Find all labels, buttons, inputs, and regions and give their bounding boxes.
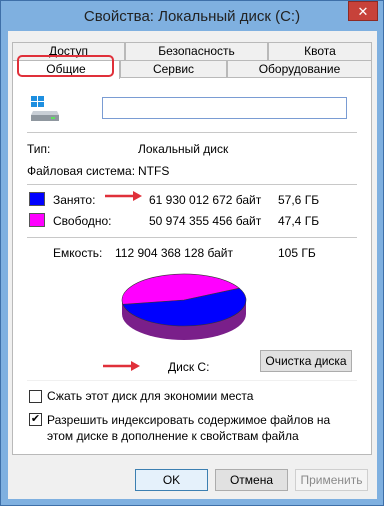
free-size: 47,4 ГБ (278, 214, 320, 228)
separator-mid (27, 184, 357, 185)
index-checkbox[interactable]: ✔ (29, 413, 42, 426)
tab-quota[interactable]: Квота (268, 42, 372, 60)
spacer (27, 380, 357, 381)
volume-name-input[interactable] (102, 97, 347, 119)
filesystem-label: Файловая система: (27, 164, 136, 178)
filesystem-value: NTFS (138, 164, 170, 178)
used-size: 57,6 ГБ (278, 193, 320, 207)
tab-tools[interactable]: Сервис (120, 60, 227, 78)
free-color-swatch (29, 213, 45, 227)
disk-arrow-annotation (103, 361, 140, 371)
capacity-bytes: 112 904 368 128 байт (115, 246, 234, 260)
dialog-client: Доступ Безопасность Квота Общие Сервис О… (8, 31, 377, 499)
type-label: Тип: (27, 142, 51, 156)
index-label: Разрешить индексировать содержимое файло… (47, 413, 331, 443)
title-bar[interactable]: Свойства: Локальный диск (C:) ✕ (1, 1, 383, 31)
tab-hardware[interactable]: Оборудование (227, 60, 372, 78)
apply-button[interactable]: Применить (295, 469, 368, 491)
general-panel: Тип: Локальный диск Файловая система: NT… (12, 77, 372, 455)
free-bytes: 50 974 355 456 байт (149, 214, 262, 228)
separator-top (27, 132, 357, 133)
disk-cleanup-button[interactable]: Очистка диска (260, 350, 352, 372)
used-bytes: 61 930 012 672 байт (149, 193, 262, 207)
capacity-size: 105 ГБ (278, 246, 316, 260)
ok-button[interactable]: OK (135, 469, 208, 491)
highlight-box (17, 55, 114, 77)
disk-label: Диск C: (168, 360, 210, 374)
separator-low (27, 237, 357, 238)
properties-dialog: Свойства: Локальный диск (C:) ✕ Доступ Б… (0, 0, 384, 506)
disk-usage-pie (121, 273, 247, 340)
used-label: Занято: (53, 193, 96, 207)
compress-checkbox[interactable] (29, 390, 42, 403)
compress-label: Сжать этот диск для экономии места (47, 389, 254, 403)
drive-icon (29, 94, 61, 124)
free-label: Свободно: (53, 214, 112, 228)
used-color-swatch (29, 192, 45, 206)
used-arrow-annotation (105, 191, 142, 201)
cancel-button[interactable]: Отмена (215, 469, 288, 491)
close-button[interactable]: ✕ (348, 1, 378, 21)
type-value: Локальный диск (138, 142, 229, 156)
tab-security[interactable]: Безопасность (125, 42, 268, 60)
capacity-label: Емкость: (53, 246, 103, 260)
window-title: Свойства: Локальный диск (C:) (83, 8, 301, 25)
